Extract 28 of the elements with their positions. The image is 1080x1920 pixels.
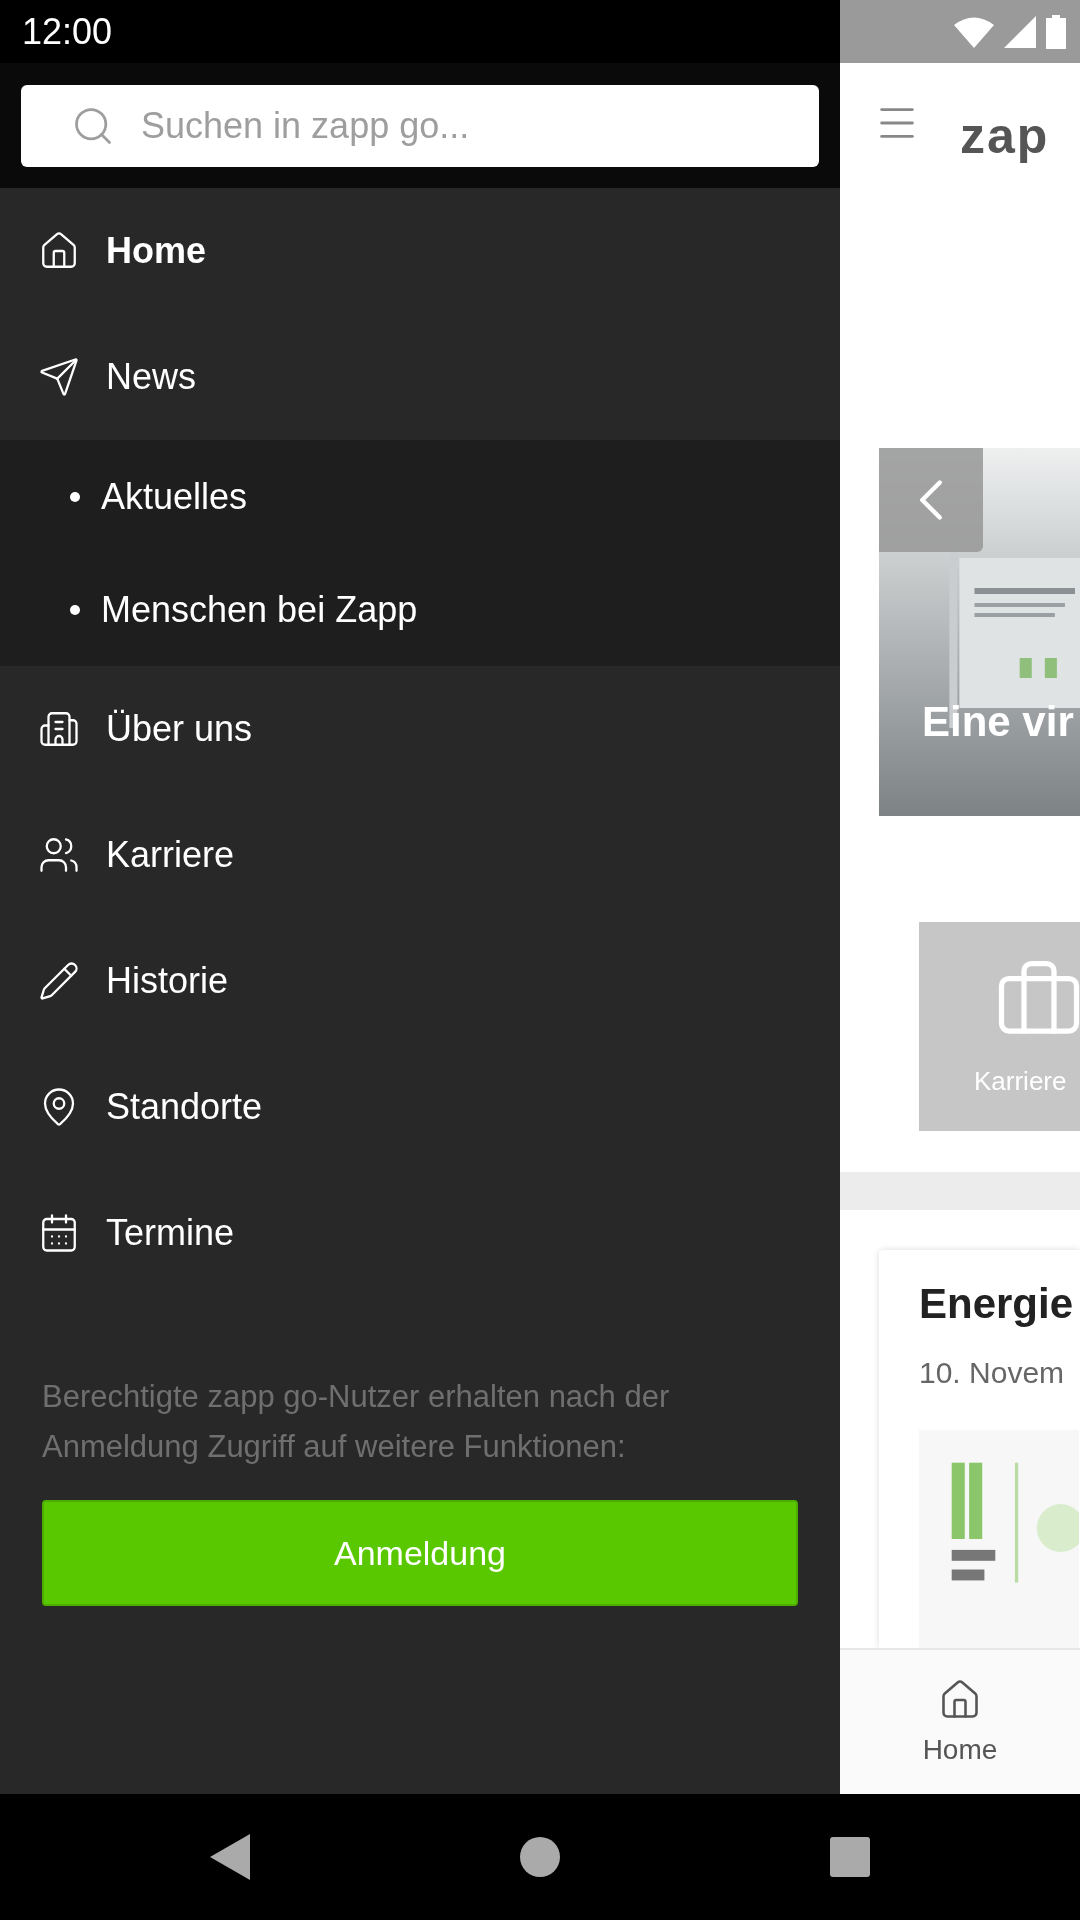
menu-item[interactable]: Home <box>0 188 840 314</box>
logo: zap <box>960 107 1050 165</box>
card-date: 10. Novem <box>919 1356 1066 1390</box>
back-nav-icon[interactable] <box>210 1834 250 1880</box>
menu-item[interactable]: Historie <box>0 918 840 1044</box>
submenu-item[interactable]: Menschen bei Zapp <box>0 553 840 666</box>
tab-item[interactable]: Home <box>840 1650 1080 1794</box>
bullet-icon <box>70 491 80 502</box>
pencil-icon <box>38 960 80 1002</box>
menu-item[interactable]: Standorte <box>0 1044 840 1170</box>
battery-icon <box>1046 14 1066 49</box>
hero-title: Eine vir <box>922 698 1074 746</box>
search-field[interactable]: Suchen in zapp go... <box>21 84 819 167</box>
clock-time: 12:00 <box>22 10 113 53</box>
menu-item[interactable]: Über uns <box>0 666 840 792</box>
back-button[interactable] <box>879 448 983 552</box>
news-card[interactable]: Energie 10. Novem <box>879 1250 1080 1648</box>
home-nav-icon[interactable] <box>520 1837 560 1877</box>
signal-icon <box>1004 15 1036 48</box>
bullet-icon <box>70 604 80 615</box>
menu-item[interactable]: News <box>0 314 840 440</box>
paper-plane-icon <box>38 356 80 398</box>
menu-item[interactable]: Termine <box>0 1170 840 1296</box>
login-notice: Berechtigte zapp go-Nutzer erhalten nach der Anmeldung Zugriff auf weitere Funktionen: <box>42 1378 671 1466</box>
menu-item[interactable]: Karriere <box>0 792 840 918</box>
card-title: Energie <box>919 1280 1075 1328</box>
wifi-icon <box>954 15 994 48</box>
submenu-item[interactable]: Aktuelles <box>0 440 840 553</box>
